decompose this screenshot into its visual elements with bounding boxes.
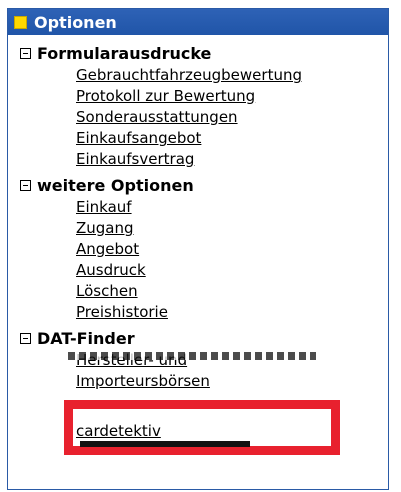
obscured-text-row [80, 441, 250, 447]
section-title: weitere Optionen [37, 175, 194, 195]
section-title: DAT-Finder [37, 328, 135, 348]
obscured-text-row [68, 352, 316, 360]
panel-header: Optionen [8, 9, 388, 35]
section-dat-finder[interactable]: DAT-Finder [20, 328, 135, 348]
link-gebrauchtfahrzeugbewertung[interactable]: Gebrauchtfahrzeugbewertung [76, 65, 302, 85]
section-formularausdrucke[interactable]: Formularausdrucke [20, 43, 211, 63]
link-angebot[interactable]: Angebot [76, 239, 139, 259]
collapse-icon[interactable] [20, 332, 31, 344]
panel-marker-icon [14, 15, 27, 29]
link-importeursboersen[interactable]: Importeursbörsen [76, 371, 210, 391]
link-ausdruck[interactable]: Ausdruck [76, 260, 146, 280]
section-title: Formularausdrucke [37, 43, 212, 63]
collapse-icon[interactable] [20, 47, 31, 59]
panel-title: Optionen [34, 12, 117, 32]
section-weitere-optionen[interactable]: weitere Optionen [20, 175, 194, 195]
link-preishistorie[interactable]: Preishistorie [76, 302, 168, 322]
link-einkauf[interactable]: Einkauf [76, 197, 132, 217]
collapse-icon[interactable] [20, 179, 31, 191]
link-einkaufsangebot[interactable]: Einkaufsangebot [76, 128, 201, 148]
link-protokoll-zur-bewertung[interactable]: Protokoll zur Bewertung [76, 86, 255, 106]
link-zugang[interactable]: Zugang [76, 218, 134, 238]
link-loeschen[interactable]: Löschen [76, 281, 138, 301]
link-sonderausstattungen[interactable]: Sonderausstattungen [76, 107, 238, 127]
link-einkaufsvertrag[interactable]: Einkaufsvertrag [76, 149, 194, 169]
